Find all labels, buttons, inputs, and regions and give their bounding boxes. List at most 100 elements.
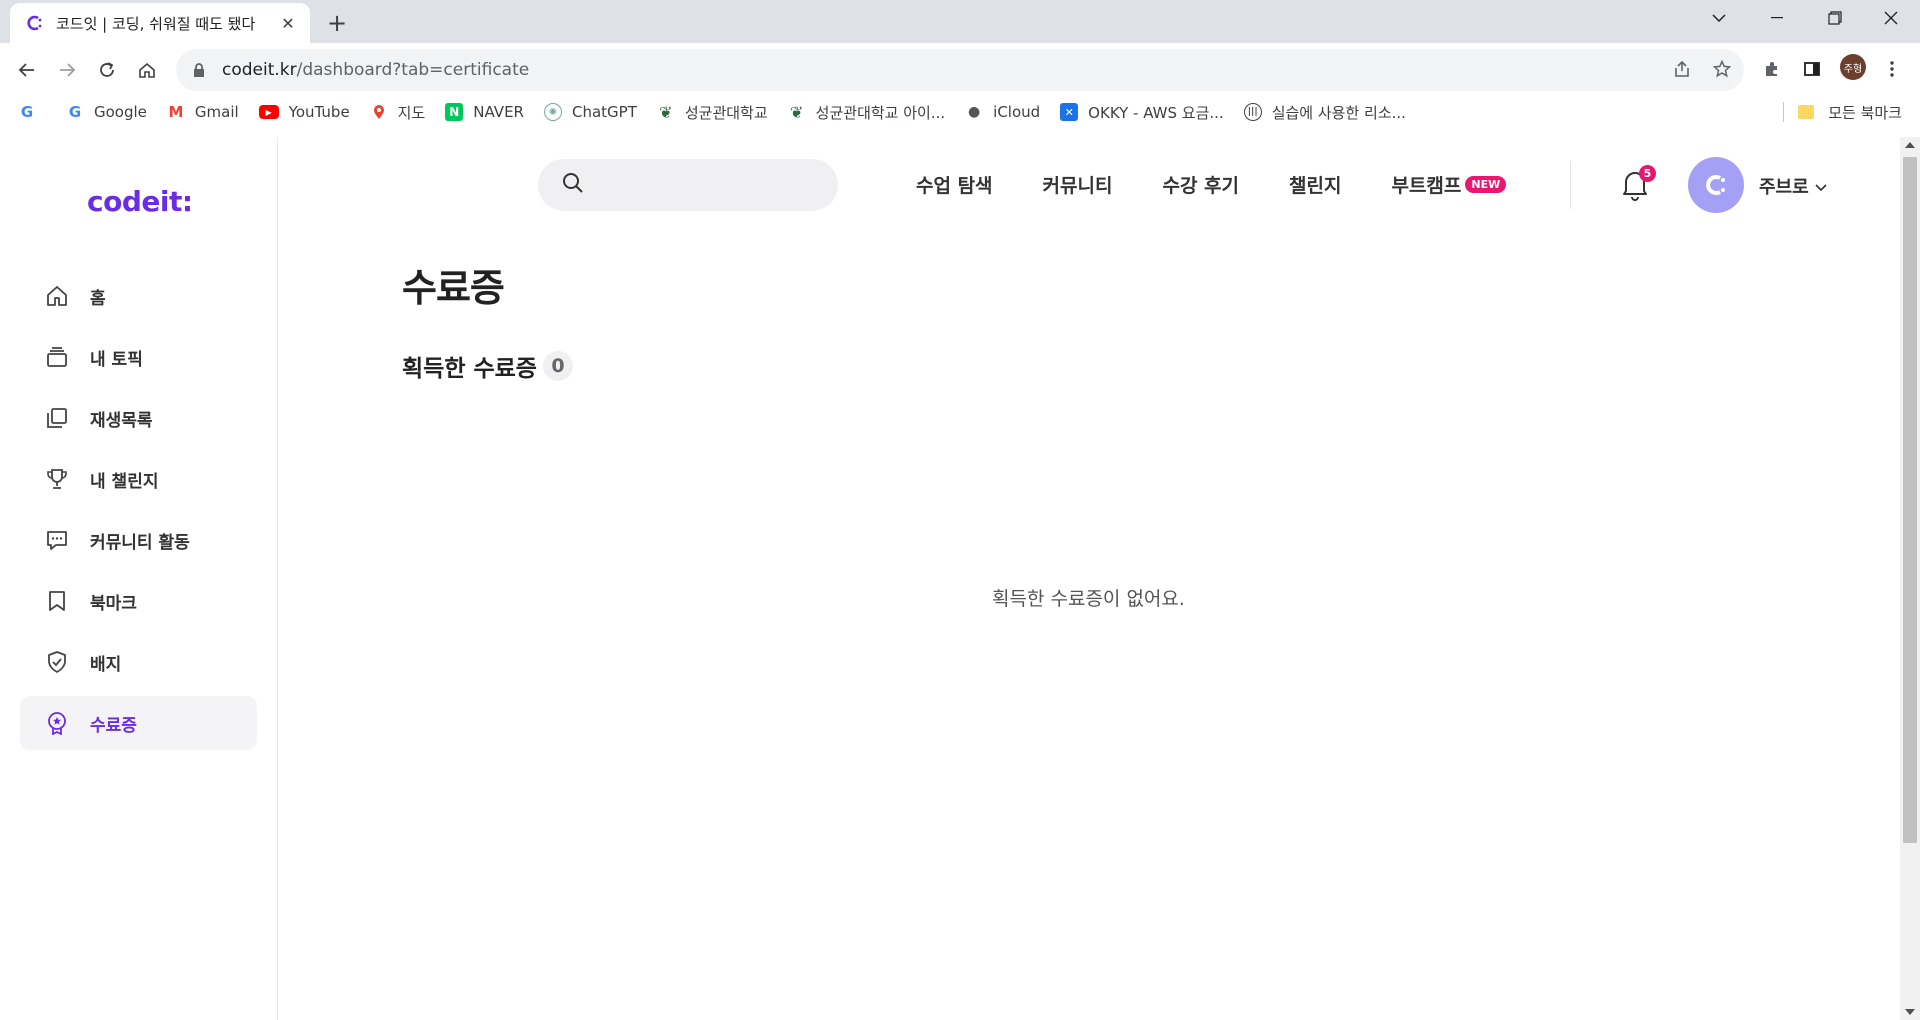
tab-title: 코드잇 | 코딩, 쉬워질 때도 됐다 (56, 14, 256, 33)
bookmark-item[interactable]: M Gmail (167, 103, 238, 121)
skku-icon: ❦ (659, 102, 673, 122)
minimize-icon[interactable] (1748, 0, 1806, 36)
side-panel-icon[interactable] (1794, 51, 1830, 87)
bookmark-item[interactable]: ✕ OKKY - AWS 요금... (1060, 102, 1224, 123)
certificate-count-badge: 0 (542, 351, 573, 381)
sidebar-item-label: 배지 (90, 654, 122, 675)
bookmark-item[interactable]: ✺ ChatGPT (543, 103, 637, 121)
reload-icon[interactable] (90, 53, 124, 87)
nav-community[interactable]: 커뮤니티 (1043, 171, 1113, 198)
all-bookmarks-button[interactable]: 모든 북마크 (1783, 96, 1902, 128)
chatgpt-icon: ✺ (543, 103, 562, 121)
google-icon: G (68, 103, 82, 121)
bookmark-item[interactable]: ● iCloud (965, 103, 1040, 121)
sidebar-item-my-challenge[interactable]: 내 챌린지 (20, 452, 257, 506)
page: codeit: 홈 내 토픽 재생목록 내 챌린지 커뮤니티 활동 북마크 배지… (0, 137, 1920, 1020)
stack-icon (44, 344, 70, 370)
user-avatar[interactable] (1688, 157, 1744, 213)
empty-state-message: 획득한 수료증이 없어요. (992, 588, 1185, 610)
close-window-icon[interactable] (1862, 0, 1920, 36)
bookmark-icon (44, 588, 70, 614)
globe-icon: ||| (1243, 103, 1262, 121)
chevron-down-icon (1815, 176, 1827, 197)
star-icon[interactable] (1704, 51, 1740, 87)
profile-avatar[interactable]: 주형 (1840, 54, 1866, 80)
sidebar-item-my-topics[interactable]: 내 토픽 (20, 330, 257, 384)
main-content: 수료증 획득한 수료증 0 (402, 257, 573, 382)
menu-kebab-icon[interactable] (1874, 51, 1910, 87)
trophy-icon (44, 466, 70, 492)
sidebar-item-label: 홈 (90, 288, 106, 309)
lock-icon (192, 62, 208, 78)
username-label: 주브로 (1759, 177, 1809, 198)
site-header: 수업 탐색 커뮤니티 수강 후기 챌린지 부트캠프 NEW 5 주브로 (279, 137, 1899, 233)
gmail-icon: M (168, 103, 184, 121)
bookmark-item[interactable]: ❦ 성균관대학교 (657, 102, 768, 123)
tab-close-icon[interactable]: ✕ (276, 11, 300, 35)
nav-challenge[interactable]: 챌린지 (1289, 171, 1341, 198)
bell-icon (1618, 172, 1652, 205)
naver-icon: N (445, 103, 464, 121)
section-title-label: 획득한 수료증 (402, 356, 537, 382)
nav-bootcamp[interactable]: 부트캠프 NEW (1391, 171, 1507, 198)
browser-tab[interactable]: 코드잇 | 코딩, 쉬워질 때도 됐다 ✕ (10, 3, 310, 43)
folder-icon (1798, 105, 1815, 119)
user-menu[interactable]: 주브로 (1759, 173, 1827, 199)
search-input[interactable] (538, 159, 838, 211)
bookmark-item[interactable]: G (18, 103, 46, 121)
badge-icon (44, 649, 70, 675)
forward-icon[interactable] (50, 53, 84, 87)
nav-classes[interactable]: 수업 탐색 (916, 171, 993, 198)
codeit-logo[interactable]: codeit: (87, 185, 193, 218)
youtube-icon: ▶ (258, 105, 279, 119)
nav-reviews[interactable]: 수강 후기 (1162, 171, 1239, 198)
scroll-up-icon[interactable] (1905, 142, 1915, 148)
bookmark-item[interactable]: N NAVER (445, 103, 524, 121)
sidebar-item-label: 재생목록 (90, 410, 153, 431)
bookmark-item[interactable]: G Google (66, 103, 147, 121)
sidebar: codeit: 홈 내 토픽 재생목록 내 챌린지 커뮤니티 활동 북마크 배지… (0, 137, 278, 1020)
section-title: 획득한 수료증 0 (402, 349, 573, 383)
sidebar-nav: 홈 내 토픽 재생목록 내 챌린지 커뮤니티 활동 북마크 배지 수료증 (20, 269, 257, 757)
codeit-favicon-icon (26, 14, 44, 32)
sidebar-item-label: 북마크 (90, 593, 137, 614)
all-bookmarks-label: 모든 북마크 (1828, 103, 1902, 122)
sidebar-item-label: 커뮤니티 활동 (90, 532, 190, 553)
back-icon[interactable] (10, 53, 44, 87)
bookmark-item[interactable]: ▶ YouTube (258, 103, 350, 121)
certificate-icon (44, 710, 70, 736)
extensions-icon[interactable] (1754, 51, 1790, 87)
new-badge: NEW (1465, 176, 1507, 193)
chat-icon (44, 527, 70, 553)
home-icon (44, 283, 70, 309)
bookmark-item[interactable]: ||| 실습에 사용한 리소... (1243, 102, 1406, 123)
tab-search-icon[interactable] (1690, 0, 1748, 36)
restore-icon[interactable] (1806, 0, 1864, 36)
share-icon[interactable] (1664, 51, 1700, 87)
bookmark-item[interactable]: 지도 (370, 102, 425, 123)
sidebar-item-community-activity[interactable]: 커뮤니티 활동 (20, 513, 257, 567)
notification-button[interactable]: 5 (1618, 165, 1656, 205)
address-bar[interactable]: codeit.kr/dashboard?tab=certificate (176, 49, 1744, 91)
playlist-icon (44, 405, 70, 431)
sidebar-item-certificate[interactable]: 수료증 (20, 696, 257, 750)
scrollbar[interactable] (1900, 137, 1920, 1020)
sidebar-item-label: 내 토픽 (90, 349, 143, 370)
url-text: codeit.kr/dashboard?tab=certificate (222, 60, 530, 80)
scrollbar-thumb[interactable] (1903, 157, 1917, 843)
notification-count-badge: 5 (1639, 165, 1656, 182)
header-divider (1570, 161, 1571, 209)
top-nav: 수업 탐색 커뮤니티 수강 후기 챌린지 부트캠프 NEW (916, 171, 1556, 198)
sidebar-item-label: 수료증 (90, 715, 137, 736)
new-tab-button[interactable]: + (322, 8, 352, 38)
home-browser-icon[interactable] (130, 53, 164, 87)
sidebar-item-home[interactable]: 홈 (20, 269, 257, 323)
maps-icon (370, 103, 388, 121)
bookmark-item[interactable]: ❦ 성균관대학교 아이... (788, 102, 945, 123)
sidebar-item-bookmark[interactable]: 북마크 (20, 574, 257, 628)
okky-icon: ✕ (1060, 103, 1079, 121)
sidebar-item-playlist[interactable]: 재생목록 (20, 391, 257, 445)
browser-tab-strip: 코드잇 | 코딩, 쉬워질 때도 됐다 ✕ + (0, 0, 1920, 43)
scroll-down-icon[interactable] (1905, 1009, 1915, 1015)
sidebar-item-badge[interactable]: 배지 (20, 635, 257, 689)
